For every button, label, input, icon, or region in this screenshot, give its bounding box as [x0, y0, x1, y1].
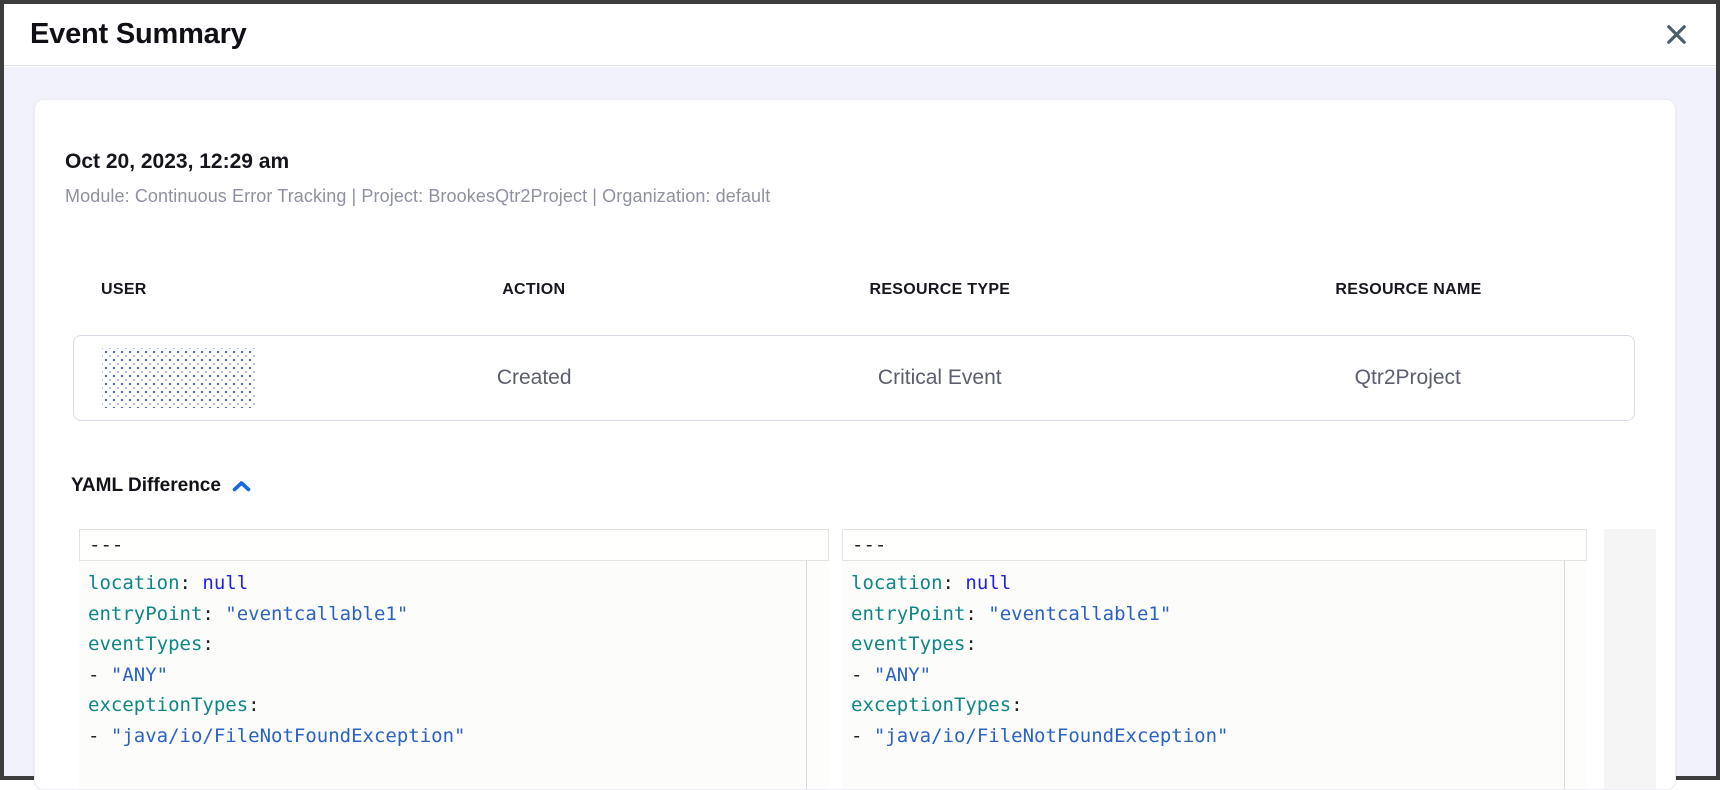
event-timestamp: Oct 20, 2023, 12:29 am	[65, 100, 1635, 174]
audit-table-header: USER ACTION RESOURCE TYPE RESOURCE NAME	[73, 281, 1635, 299]
code-line: - "java/io/FileNotFoundException"	[88, 721, 829, 752]
yaml-pane-left[interactable]: --- location: nullentryPoint: "eventcall…	[79, 529, 829, 789]
code-line: location: null	[851, 568, 1587, 599]
resource-type-cell: Critical Event	[698, 366, 1182, 390]
yaml-difference-toggle[interactable]: YAML Difference	[71, 475, 251, 497]
yaml-code: location: nullentryPoint: "eventcallable…	[79, 561, 829, 751]
modal-header: Event Summary	[4, 4, 1716, 66]
pane-divider-line	[806, 561, 807, 789]
scrollbar-track[interactable]	[807, 561, 829, 789]
yaml-diff-panels: --- location: nullentryPoint: "eventcall…	[79, 529, 1635, 789]
user-cell	[74, 348, 370, 408]
column-header-action: ACTION	[370, 281, 698, 299]
yaml-divider-band: ---	[842, 529, 1587, 561]
yaml-difference-label: YAML Difference	[71, 475, 221, 497]
code-line: - "ANY"	[88, 660, 829, 691]
close-button[interactable]	[1658, 16, 1694, 52]
close-icon	[1667, 25, 1686, 44]
user-redacted-pattern	[102, 348, 256, 408]
scrollbar-track[interactable]	[1565, 561, 1587, 789]
table-row: Created Critical Event Qtr2Project	[73, 335, 1635, 421]
page-title: Event Summary	[30, 18, 247, 51]
code-line: exceptionTypes:	[88, 690, 829, 721]
code-line: - "ANY"	[851, 660, 1587, 691]
resource-name-cell: Qtr2Project	[1182, 366, 1634, 390]
code-line: entryPoint: "eventcallable1"	[851, 599, 1587, 630]
yaml-divider-line: ---	[89, 534, 123, 556]
code-line: eventTypes:	[88, 629, 829, 660]
yaml-code: location: nullentryPoint: "eventcallable…	[842, 561, 1587, 751]
column-header-resource-name: RESOURCE NAME	[1182, 281, 1635, 299]
yaml-pane-right[interactable]: --- location: nullentryPoint: "eventcall…	[842, 529, 1587, 789]
code-line: entryPoint: "eventcallable1"	[88, 599, 829, 630]
column-header-resource-type: RESOURCE TYPE	[698, 281, 1182, 299]
yaml-divider-band: ---	[79, 529, 829, 561]
column-header-user: USER	[73, 281, 370, 299]
code-line: eventTypes:	[851, 629, 1587, 660]
merge-scrollbar-track[interactable]	[1604, 529, 1656, 789]
event-context: Module: Continuous Error Tracking | Proj…	[65, 186, 1635, 207]
code-line: location: null	[88, 568, 829, 599]
chevron-up-icon	[232, 480, 251, 493]
yaml-divider-line: ---	[852, 534, 886, 556]
action-cell: Created	[370, 366, 698, 390]
pane-divider-line	[1564, 561, 1565, 789]
event-summary-modal: { "modal": { "title": "Event Summary", "…	[0, 0, 1720, 780]
modal-body: Oct 20, 2023, 12:29 am Module: Continuou…	[4, 67, 1716, 776]
code-line: exceptionTypes:	[851, 690, 1587, 721]
event-summary-card: Oct 20, 2023, 12:29 am Module: Continuou…	[34, 99, 1676, 790]
code-line: - "java/io/FileNotFoundException"	[851, 721, 1587, 752]
